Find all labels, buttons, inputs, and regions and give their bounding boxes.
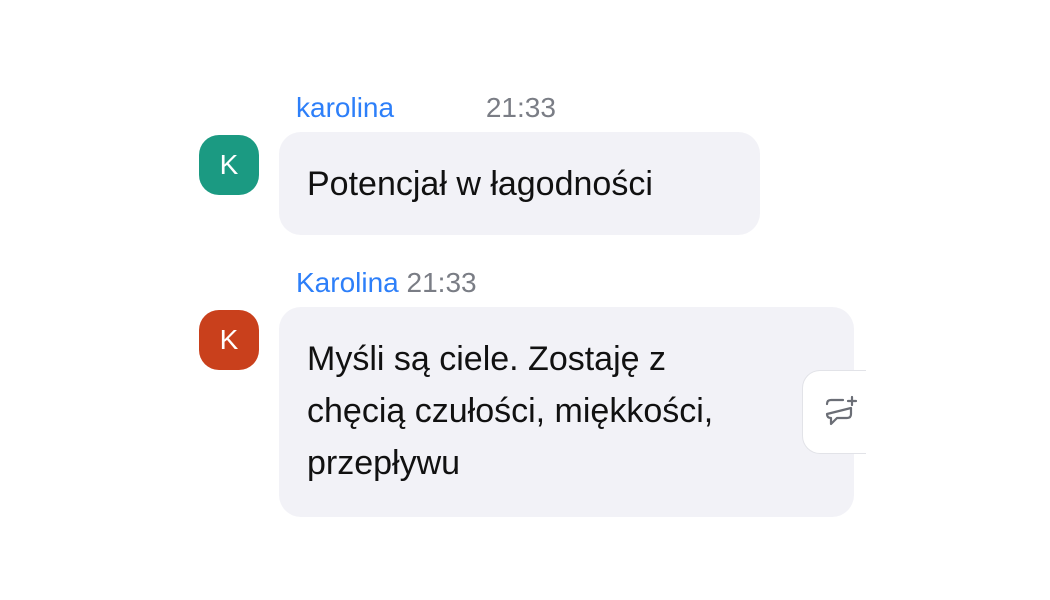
viewport-clip	[866, 360, 1050, 470]
avatar[interactable]: K	[199, 310, 259, 370]
message-text-line: chęcią czułości, miękkości,	[307, 392, 714, 430]
author-name[interactable]: Karolina	[296, 267, 399, 298]
message-bubble[interactable]: Myśli są ciele. Zostaję z chęcią czułośc…	[279, 307, 854, 517]
reply-in-thread-button[interactable]	[802, 370, 872, 454]
author-name[interactable]: karolina	[296, 92, 394, 123]
message-timestamp: 21:33	[485, 92, 556, 123]
message-text-line: Myśli są ciele. Zostaję z	[307, 340, 666, 378]
chat-bubble-plus-icon	[821, 394, 861, 435]
message-text-line: przepływu	[307, 444, 461, 482]
message-timestamp: 21:33	[406, 267, 477, 298]
message-header: karolina 21:33	[296, 92, 556, 124]
message-bubble[interactable]: Potencjał w łagodności	[279, 132, 760, 235]
avatar[interactable]: K	[199, 135, 259, 195]
message-header: Karolina 21:33	[296, 267, 477, 299]
message-text: Potencjał w łagodności	[307, 165, 653, 203]
